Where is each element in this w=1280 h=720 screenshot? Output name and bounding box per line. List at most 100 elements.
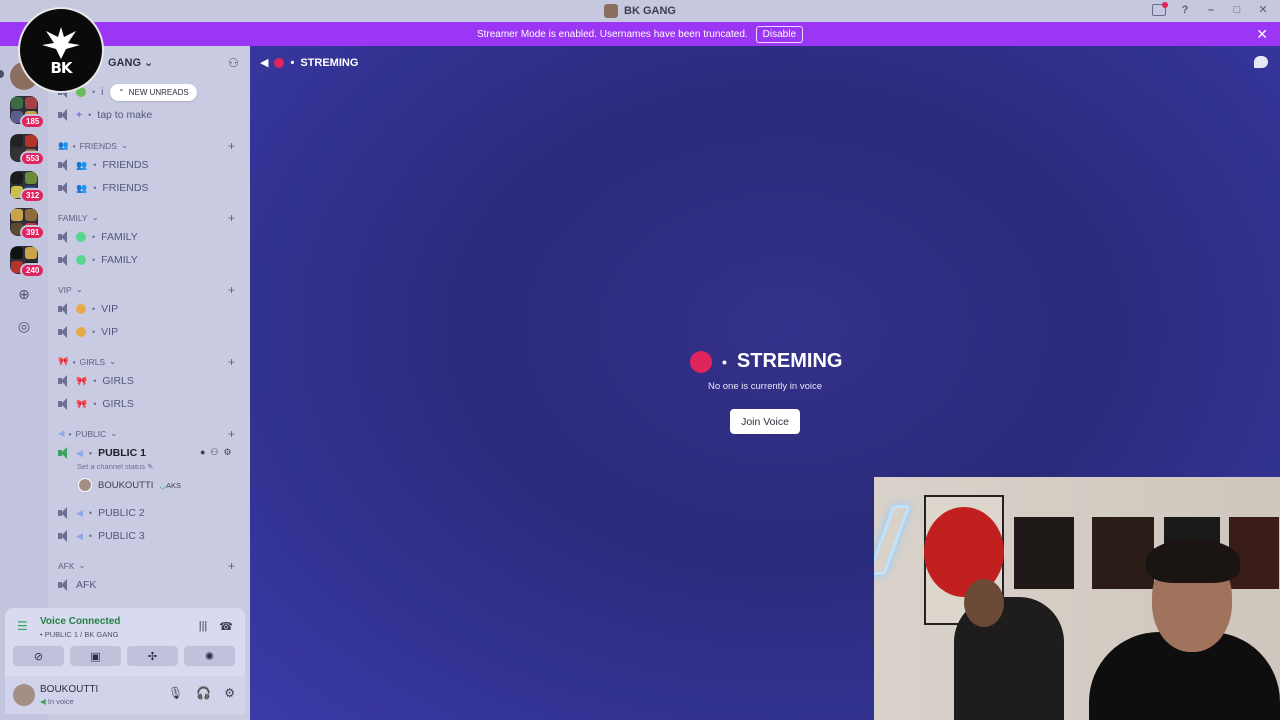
phoenix-icon — [42, 27, 80, 59]
mention-badge: 391 — [20, 225, 46, 240]
inbox-icon[interactable] — [1152, 1, 1168, 16]
new-unreads-pill[interactable]: ⌃ NEW UNREADS — [110, 84, 197, 101]
category-girls[interactable]: 🎀 • GIRLS ⌄ — [58, 356, 116, 367]
voice-location[interactable]: • PUBLIC 1 / BK GANG — [40, 630, 119, 639]
bow-icon: 🎀 — [58, 356, 69, 366]
voice-channel[interactable]: 🎀 • GIRLS — [58, 394, 134, 414]
disconnect-icon[interactable]: ☎ — [219, 620, 233, 633]
headphones-icon[interactable]: 🎧 — [196, 686, 211, 700]
chat-icon[interactable] — [1254, 56, 1268, 68]
channel-label: VIP — [101, 303, 119, 315]
close-window-button[interactable]: ✕ — [1256, 3, 1270, 16]
speaker-emoji-icon: ◀ — [76, 507, 83, 518]
pencil-icon: ✎ — [147, 462, 154, 471]
join-voice-button[interactable]: Join Voice — [730, 409, 800, 434]
mention-badge: 185 — [20, 114, 46, 129]
speaker-icon — [58, 507, 70, 519]
discover-icon[interactable]: ◎ — [16, 318, 32, 334]
user-status-text: In voice — [47, 697, 74, 706]
voice-channel[interactable]: • FAMILY — [58, 250, 138, 270]
voice-channel[interactable]: • VIP — [58, 299, 118, 319]
streamer-mode-banner: Streamer Mode is enabled. Usernames have… — [0, 22, 1280, 46]
help-icon[interactable]: ? — [1178, 4, 1192, 16]
person-right-hair — [1146, 539, 1240, 583]
server-name[interactable]: GANG ⌄ — [108, 56, 153, 69]
speaker-icon — [58, 231, 70, 243]
voice-channel[interactable]: + • tap to make — [58, 105, 152, 125]
close-icon[interactable]: ✕ — [1256, 26, 1268, 43]
channel-label: i — [101, 86, 104, 98]
avatar[interactable] — [13, 684, 35, 706]
member-name: BOUKOUTTI — [98, 479, 154, 491]
streamer-logo: BK — [18, 7, 104, 93]
voice-channel[interactable]: 🎀 • GIRLS — [58, 371, 134, 391]
voice-buttons: ⊘ ▣ ✣ ✺ — [13, 646, 235, 666]
server-avatar-icon — [604, 4, 619, 18]
mention-badge: 312 — [20, 188, 46, 203]
voice-channel[interactable]: AFK — [58, 575, 96, 595]
create-channel-icon[interactable]: + — [228, 139, 235, 153]
voice-channel[interactable]: 👥 • FRIENDS — [58, 155, 148, 175]
voice-channel[interactable]: 👥 • FRIENDS — [58, 178, 148, 198]
create-channel-icon[interactable]: + — [228, 355, 235, 369]
channel-label: PUBLIC 1 — [98, 447, 146, 459]
maximize-button[interactable]: □ — [1230, 4, 1244, 16]
voice-channel-active[interactable]: ◀ • PUBLIC 1 — [58, 443, 146, 463]
add-server-icon[interactable]: ⊕ — [16, 286, 32, 302]
camera-off-button[interactable]: ⊘ — [13, 646, 64, 666]
avatar — [78, 478, 92, 492]
category-vip[interactable]: VIP ⌄ — [58, 284, 83, 295]
bow-icon: 🎀 — [76, 398, 88, 409]
minimize-button[interactable]: – — [1204, 4, 1218, 16]
gear-icon[interactable]: ⚙ — [224, 447, 232, 458]
speaker-icon — [58, 447, 70, 459]
voice-channel[interactable]: • FAMILY — [58, 227, 138, 247]
green-circle-icon — [76, 255, 86, 265]
category-afk[interactable]: AFK ⌄ — [58, 560, 86, 571]
window-controls: ? – □ ✕ — [1152, 1, 1270, 16]
activities-button[interactable]: ✣ — [127, 646, 178, 666]
member-tag-label: AKS — [165, 480, 181, 490]
server-name-label: GANG — [108, 57, 141, 69]
voice-channel[interactable]: ◀ • PUBLIC 2 — [58, 503, 145, 523]
voice-member[interactable]: BOUKOUTTI ◡AKS — [78, 478, 181, 492]
create-channel-icon[interactable]: + — [228, 211, 235, 225]
speaker-icon — [58, 579, 70, 591]
disable-streamer-mode-button[interactable]: Disable — [755, 25, 804, 43]
poster — [1014, 517, 1074, 589]
voice-location-text: PUBLIC 1 / BK GANG — [44, 630, 119, 639]
new-unreads-label: NEW UNREADS — [128, 88, 189, 97]
voice-channel[interactable]: ◀ • PUBLIC 3 — [58, 526, 145, 546]
noise-suppression-icon[interactable]: ||| — [199, 620, 208, 633]
invite-icon[interactable]: ⚇ — [210, 447, 218, 458]
signal-icon[interactable]: ☰ — [17, 620, 31, 632]
screen-share-button[interactable]: ▣ — [70, 646, 121, 666]
plus-emoji-icon: + — [76, 109, 83, 121]
webcam-overlay — [874, 477, 1280, 720]
soundboard-button[interactable]: ✺ — [184, 646, 235, 666]
username[interactable]: BOUKOUTTI — [40, 684, 98, 695]
settings-icon[interactable]: ⚙ — [224, 686, 235, 700]
microphone-icon[interactable]: 🎙 — [168, 686, 183, 700]
invite-people-icon[interactable]: ⚇ — [228, 56, 239, 70]
screen-share-icon: ▣ — [90, 650, 101, 663]
soundboard-icon: ✺ — [204, 650, 215, 663]
logo-text: BK — [50, 59, 72, 77]
green-circle-icon — [76, 232, 86, 242]
chat-icon[interactable]: ● — [200, 447, 205, 458]
user-status: ◀ In voice — [40, 697, 74, 706]
create-channel-icon[interactable]: + — [228, 283, 235, 297]
category-family[interactable]: FAMILY ⌄ — [58, 212, 99, 223]
channel-status-hint[interactable]: Set a channel status ✎ — [77, 462, 153, 471]
speaker-icon — [58, 303, 70, 315]
create-channel-icon[interactable]: + — [228, 427, 235, 441]
category-label: AFK — [58, 560, 75, 571]
channel-label: FRIENDS — [102, 159, 149, 171]
category-friends[interactable]: 👥 • FRIENDS ⌄ — [58, 140, 128, 151]
category-public[interactable]: ◀ • PUBLIC ⌄ — [58, 428, 117, 439]
create-channel-icon[interactable]: + — [228, 559, 235, 573]
voice-channel[interactable]: • VIP — [58, 322, 118, 342]
channel-label: VIP — [101, 326, 119, 338]
speaker-emoji-icon: ◀ — [58, 428, 65, 438]
chevron-up-icon: ⌃ — [118, 88, 125, 97]
